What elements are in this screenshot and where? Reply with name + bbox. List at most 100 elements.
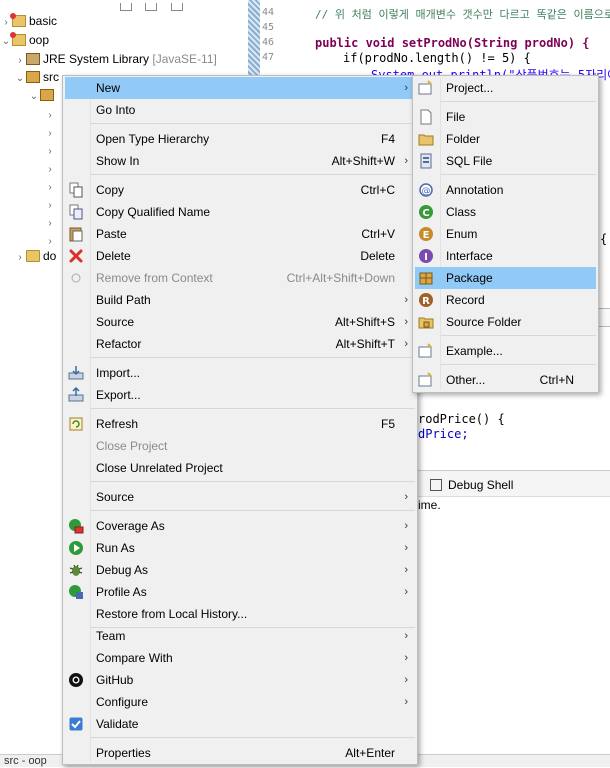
menu-item-paste[interactable]: Paste Ctrl+V bbox=[65, 223, 415, 245]
chevron-right-icon: › bbox=[404, 696, 408, 708]
menu-label: Go Into bbox=[96, 103, 136, 117]
menu-item-properties[interactable]: Properties Alt+Enter bbox=[65, 742, 415, 764]
code-line-setter: public void setProdNo(String prodNo) { bbox=[315, 36, 590, 50]
tree-item-jre[interactable]: › JRE System Library [JavaSE-11] bbox=[14, 50, 217, 69]
menu-label: Properties bbox=[96, 746, 151, 760]
menu-accelerator: Ctrl+V bbox=[361, 227, 395, 241]
chevron-right-icon: › bbox=[404, 294, 408, 306]
menu-item-go-into[interactable]: Go Into bbox=[65, 99, 415, 121]
menu-item-restore-history[interactable]: Restore from Local History... bbox=[65, 603, 415, 625]
menu-accelerator: F5 bbox=[380, 417, 395, 431]
menu-item-export[interactable]: Export... bbox=[65, 384, 415, 406]
menu-item-debug-as[interactable]: Debug As › bbox=[65, 559, 415, 581]
filter-icon[interactable] bbox=[170, 3, 183, 11]
menu-item-validate[interactable]: Validate bbox=[65, 713, 415, 735]
submenu-item-sql-file[interactable]: SQL File bbox=[415, 150, 596, 172]
submenu-item-enum[interactable]: E Enum bbox=[415, 223, 596, 245]
collapse-all-icon[interactable] bbox=[120, 3, 132, 11]
menu-separator bbox=[91, 481, 415, 482]
menu-item-remove-from-context[interactable]: Remove from Context Ctrl+Alt+Shift+Down bbox=[65, 267, 415, 289]
menu-item-import[interactable]: Import... bbox=[65, 362, 415, 384]
submenu-item-folder[interactable]: Folder bbox=[415, 128, 596, 150]
menu-item-source[interactable]: Source Alt+Shift+S › bbox=[65, 311, 415, 333]
tree-child[interactable]: › bbox=[44, 159, 56, 178]
menu-label: Build Path bbox=[96, 293, 151, 307]
tree-child[interactable]: › bbox=[44, 105, 56, 124]
menu-item-close-unrelated-project[interactable]: Close Unrelated Project bbox=[65, 457, 415, 479]
tab-debug-shell[interactable]: Debug Shell bbox=[418, 470, 610, 496]
menu-item-source-2[interactable]: Source › bbox=[65, 486, 415, 508]
menu-item-team[interactable]: Team › bbox=[65, 625, 415, 647]
chevron-down-icon[interactable]: ⌄ bbox=[28, 87, 40, 106]
export-icon bbox=[68, 386, 84, 403]
tree-child[interactable]: › bbox=[44, 195, 56, 214]
menu-separator bbox=[91, 174, 415, 175]
menu-item-copy[interactable]: Copy Ctrl+C bbox=[65, 179, 415, 201]
checkbox-checked-icon bbox=[68, 716, 84, 732]
menu-item-github[interactable]: GitHub › bbox=[65, 669, 415, 691]
chevron-right-icon: › bbox=[404, 630, 408, 642]
menu-label: Other... bbox=[446, 373, 486, 387]
menu-label: Validate bbox=[96, 717, 139, 731]
submenu-item-class[interactable]: C Class bbox=[415, 201, 596, 223]
menu-item-close-project[interactable]: Close Project bbox=[65, 435, 415, 457]
submenu-item-other[interactable]: Other... Ctrl+N bbox=[415, 369, 596, 391]
submenu-item-example[interactable]: Example... bbox=[415, 340, 596, 362]
menu-label: Example... bbox=[446, 344, 503, 358]
menu-item-copy-qualified-name[interactable]: Copy Qualified Name bbox=[65, 201, 415, 223]
profile-icon bbox=[68, 584, 84, 600]
chevron-down-icon[interactable]: ⌄ bbox=[14, 69, 26, 88]
tree-item-oop[interactable]: ⌄ oop bbox=[0, 31, 49, 50]
menu-item-build-path[interactable]: Build Path › bbox=[65, 289, 415, 311]
menu-separator bbox=[91, 510, 415, 511]
menu-item-configure[interactable]: Configure › bbox=[65, 691, 415, 713]
debug-panel: ime. bbox=[418, 496, 610, 767]
tree-label: oop bbox=[29, 33, 50, 47]
menu-item-run-as[interactable]: Run As › bbox=[65, 537, 415, 559]
menu-item-profile-as[interactable]: Profile As › bbox=[65, 581, 415, 603]
tab-label: Debug Shell bbox=[448, 478, 514, 492]
menu-item-open-type-hierarchy[interactable]: Open Type Hierarchy F4 bbox=[65, 128, 415, 150]
menu-item-delete[interactable]: Delete Delete bbox=[65, 245, 415, 267]
submenu-item-project[interactable]: Project... bbox=[415, 77, 596, 99]
menu-accelerator: Alt+Shift+T bbox=[335, 337, 395, 351]
tree-item-docs[interactable]: › do bbox=[14, 247, 56, 266]
tree-child[interactable]: › bbox=[44, 213, 56, 232]
submenu-item-annotation[interactable]: @ Annotation bbox=[415, 179, 596, 201]
file-icon bbox=[418, 109, 434, 125]
tree-item-basic[interactable]: › basic bbox=[0, 12, 57, 31]
svg-text:C: C bbox=[422, 208, 429, 219]
chevron-right-icon: › bbox=[404, 155, 408, 167]
tree-child[interactable]: › bbox=[44, 123, 56, 142]
tree-item-package[interactable]: ⌄ bbox=[28, 86, 57, 105]
menu-item-refactor[interactable]: Refactor Alt+Shift+T › bbox=[65, 333, 415, 355]
menu-label: Paste bbox=[96, 227, 127, 241]
menu-label: Restore from Local History... bbox=[96, 607, 248, 621]
tree-child[interactable]: › bbox=[44, 141, 56, 160]
menu-label: Source Folder bbox=[446, 315, 522, 329]
menu-separator bbox=[441, 335, 596, 336]
menu-label: Project... bbox=[446, 81, 494, 95]
submenu-item-package[interactable]: Package bbox=[415, 267, 596, 289]
link-editor-icon[interactable] bbox=[145, 3, 158, 11]
tree-child[interactable]: › bbox=[44, 177, 56, 196]
submenu-item-file[interactable]: File bbox=[415, 106, 596, 128]
menu-label: Refresh bbox=[96, 417, 139, 431]
submenu-item-interface[interactable]: I Interface bbox=[415, 245, 596, 267]
menu-item-show-in[interactable]: Show In Alt+Shift+W › bbox=[65, 150, 415, 172]
tree-annotation: [JavaSE-11] bbox=[152, 52, 217, 66]
chevron-right-icon[interactable]: › bbox=[14, 248, 26, 267]
submenu-item-source-folder[interactable]: Source Folder bbox=[415, 311, 596, 333]
source-folder-icon bbox=[418, 314, 434, 330]
chevron-right-icon: › bbox=[404, 542, 408, 554]
project-icon bbox=[10, 13, 26, 27]
menu-item-compare-with[interactable]: Compare With › bbox=[65, 647, 415, 669]
menu-separator bbox=[91, 737, 415, 738]
menu-item-coverage-as[interactable]: Coverage As › bbox=[65, 515, 415, 537]
submenu-item-record[interactable]: R Record bbox=[415, 289, 596, 311]
menu-item-refresh[interactable]: Refresh F5 bbox=[65, 413, 415, 435]
menu-item-new[interactable]: New › bbox=[65, 77, 415, 99]
tree-item-src[interactable]: ⌄ src bbox=[14, 68, 59, 87]
menu-accelerator: F4 bbox=[380, 132, 395, 146]
code-line-getter: rodPrice() { bbox=[418, 412, 505, 426]
